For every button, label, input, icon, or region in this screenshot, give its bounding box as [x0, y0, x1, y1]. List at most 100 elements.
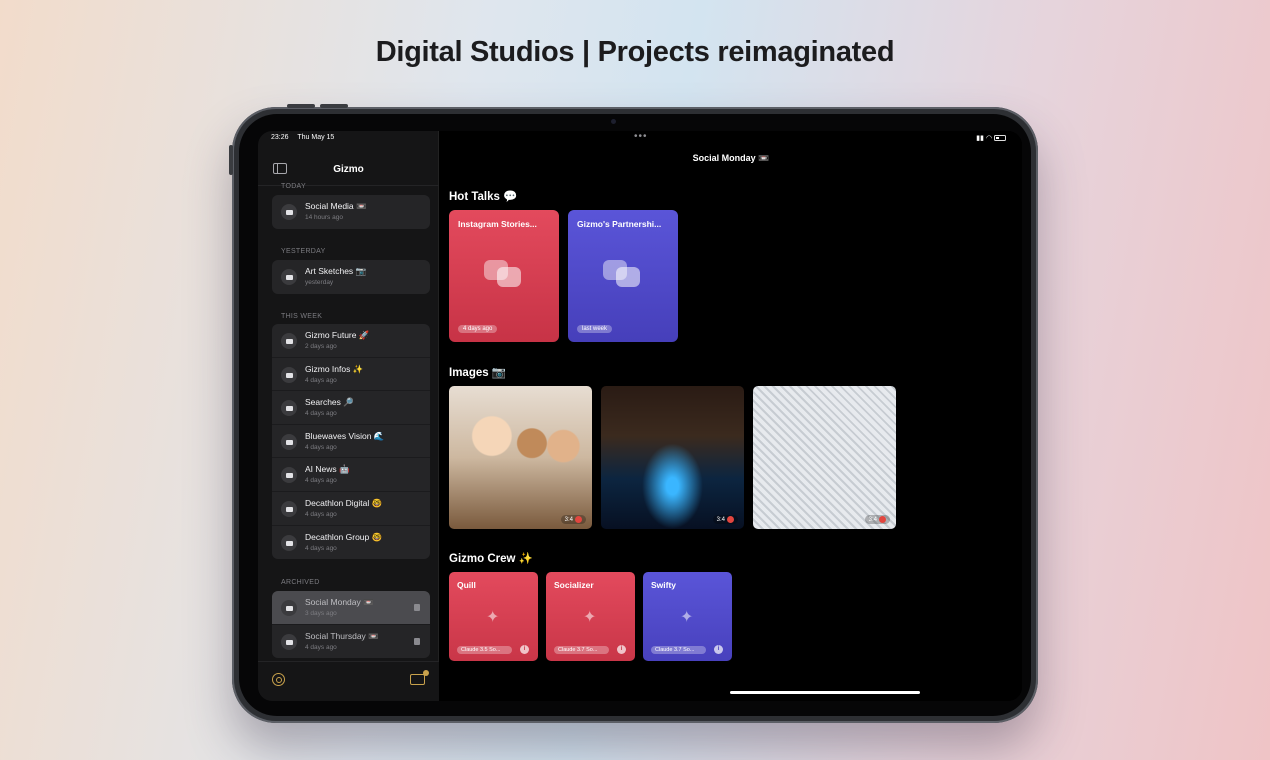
section-label-archived: ARCHIVED [281, 579, 320, 586]
status-date: Thu May 15 [297, 134, 335, 141]
image-thumbnail[interactable]: 3:4 [449, 386, 592, 529]
ipad-frame: 23:26 Thu May 15 Gizmo TODAY Social Medi… [229, 104, 1038, 723]
folder-icon [281, 433, 297, 450]
group-archived: Social Monday 📼 3 days ago Social Thursd… [272, 591, 430, 659]
signal-icon: ▮▮ [976, 135, 984, 142]
item-time: 4 days ago [305, 643, 337, 651]
card-title: Instagram Stories... [458, 219, 537, 229]
sparkle-icon: ✦ [680, 609, 694, 626]
item-time: 4 days ago [305, 376, 337, 384]
crew-name: Quill [457, 580, 476, 590]
section-label-yesterday: YESTERDAY [281, 248, 326, 255]
sidebar-item-ai-news[interactable]: AI News 🤖 4 days ago [272, 458, 430, 492]
trash-icon[interactable] [727, 515, 734, 523]
model-chip: Claude 3.7 So... [554, 646, 609, 654]
trash-icon[interactable] [879, 515, 886, 523]
item-title: Gizmo Future 🚀 [305, 330, 370, 340]
sidebar-header: Gizmo [258, 159, 439, 181]
trash-icon[interactable] [414, 604, 420, 611]
folder-icon [281, 633, 297, 650]
hardware-button [287, 104, 315, 108]
sidebar-item-social-thursday[interactable]: Social Thursday 📼 4 days ago [272, 625, 430, 659]
section-heading-gizmo-crew: Gizmo Crew ✨ [449, 553, 533, 565]
item-title: Gizmo Infos ✨ [305, 363, 364, 374]
section-heading-images: Images 📷 [449, 367, 507, 379]
hardware-button [320, 104, 348, 108]
sidebar-item-gizmo-future[interactable]: Gizmo Future 🚀 2 days ago [272, 324, 430, 358]
ratio-text: 3:4 [716, 517, 725, 523]
section-heading-hot-talks: Hot Talks 💬 [449, 191, 518, 203]
folder-icon [281, 600, 297, 616]
card-time-badge: last week [577, 325, 613, 333]
folder-icon [281, 366, 297, 383]
sidebar-item-decathlon-group[interactable]: Decathlon Group 🤓 4 days ago [272, 526, 430, 560]
section-label-today: TODAY [281, 183, 306, 190]
trash-icon[interactable] [414, 637, 420, 645]
talk-card[interactable]: Gizmo's Partnershi... last week [568, 210, 678, 342]
folder-icon [281, 534, 297, 551]
status-indicators: ▮▮ ◠ [976, 134, 1006, 142]
multitasking-dots-icon[interactable]: ••• [634, 131, 648, 142]
folder-icon [281, 269, 297, 285]
info-icon[interactable]: i [617, 645, 626, 654]
info-icon[interactable]: i [714, 645, 723, 654]
battery-icon [994, 135, 1006, 142]
hardware-button [229, 145, 233, 175]
trash-icon[interactable] [575, 515, 582, 523]
item-time: 4 days ago [305, 410, 337, 418]
chat-bubbles-icon [484, 260, 524, 292]
group-today: Social Media 📼 14 hours ago [272, 195, 430, 229]
folder-icon [281, 204, 297, 220]
folder-icon [281, 333, 297, 349]
card-title: Gizmo's Partnershi... [577, 219, 662, 229]
sparkle-icon: ✦ [583, 609, 597, 626]
new-folder-icon[interactable] [410, 670, 429, 685]
sidebar-item-art-sketches[interactable]: Art Sketches 📷 yesterday [272, 260, 430, 294]
model-chip: Claude 3.7 So... [651, 646, 706, 654]
chat-bubbles-icon [603, 260, 643, 292]
image-ratio-badge: 3:4 [560, 514, 586, 524]
crew-card-socializer[interactable]: Socializer ✦ Claude 3.7 So... i [546, 572, 635, 661]
model-chip: Claude 3.5 So... [457, 646, 512, 654]
folder-icon [281, 400, 297, 417]
talk-card[interactable]: Instagram Stories... 4 days ago [449, 210, 559, 342]
sidebar: 23:26 Thu May 15 Gizmo TODAY Social Medi… [258, 131, 439, 701]
item-time: 4 days ago [305, 443, 337, 451]
screen: 23:26 Thu May 15 Gizmo TODAY Social Medi… [258, 131, 1022, 701]
item-time: 4 days ago [305, 477, 337, 485]
sidebar-title: Gizmo [333, 164, 364, 175]
status-time: 23:26 [271, 134, 289, 141]
item-title: Social Monday 📼 [305, 597, 374, 607]
main-content: ••• ▮▮ ◠ Social Monday 📼 Hot Talks 💬 Ins… [440, 131, 1022, 701]
section-label-this-week: THIS WEEK [281, 313, 323, 320]
sparkle-icon: ✦ [486, 609, 500, 626]
sidebar-item-social-monday[interactable]: Social Monday 📼 3 days ago [272, 591, 430, 625]
front-camera [611, 119, 616, 124]
crew-card-quill[interactable]: Quill ✦ Claude 3.5 So... i [449, 572, 538, 661]
sidebar-item-gizmo-infos[interactable]: Gizmo Infos ✨ 4 days ago [272, 358, 430, 392]
image-thumbnail[interactable]: 3:4 [601, 386, 744, 529]
image-thumbnail[interactable]: 3:4 [753, 386, 896, 529]
group-yesterday: Art Sketches 📷 yesterday [272, 260, 430, 294]
group-this-week: Gizmo Future 🚀 2 days ago Gizmo Infos ✨ … [272, 324, 430, 560]
sidebar-footer [258, 661, 439, 701]
home-indicator[interactable] [730, 691, 920, 694]
item-time: yesterday [305, 279, 334, 286]
crew-card-swifty[interactable]: Swifty ✦ Claude 3.7 So... i [643, 572, 732, 661]
sidebar-item-bluewaves-vision[interactable]: Bluewaves Vision 🌊 4 days ago [272, 425, 430, 459]
sidebar-item-searches[interactable]: Searches 🔎 4 days ago [272, 391, 430, 425]
item-time: 3 days ago [305, 610, 337, 617]
gear-icon[interactable] [272, 673, 285, 686]
ratio-text: 3:4 [564, 517, 573, 523]
card-time-badge: 4 days ago [458, 325, 498, 333]
item-title: Searches 🔎 [305, 397, 354, 408]
item-time: 14 hours ago [305, 214, 343, 221]
sidebar-item-social-media[interactable]: Social Media 📼 14 hours ago [272, 195, 430, 229]
status-bar: 23:26 Thu May 15 [271, 134, 341, 141]
item-title: Social Thursday 📼 [305, 630, 379, 641]
sidebar-item-decathlon-digital[interactable]: Decathlon Digital 🤓 4 days ago [272, 492, 430, 526]
folder-icon [281, 500, 297, 517]
image-ratio-badge: 3:4 [712, 514, 738, 524]
info-icon[interactable]: i [520, 645, 529, 654]
ratio-text: 3:4 [868, 517, 877, 523]
